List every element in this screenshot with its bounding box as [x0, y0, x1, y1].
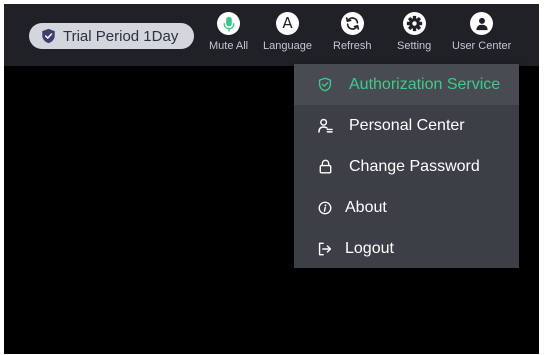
- language-label: Language: [263, 40, 312, 52]
- user-icon: [470, 12, 494, 35]
- language-icon: A: [275, 12, 299, 35]
- user-center-label: User Center: [452, 40, 512, 52]
- menu-item-about[interactable]: About: [294, 187, 519, 228]
- setting-label: Setting: [397, 40, 432, 52]
- microphone-icon: [217, 12, 241, 35]
- top-toolbar: Trial Period 1Day Mute All A Language Re…: [4, 4, 539, 66]
- shield-check-icon: [317, 77, 333, 93]
- language-glyph: A: [282, 14, 293, 32]
- app-window: Trial Period 1Day Mute All A Language Re…: [4, 4, 539, 354]
- refresh-button[interactable]: Refresh: [333, 12, 372, 52]
- menu-item-authorization-service[interactable]: Authorization Service: [294, 64, 519, 105]
- trial-period-label: Trial Period 1Day: [63, 27, 179, 45]
- gear-icon: [402, 12, 426, 35]
- person-card-icon: [317, 118, 333, 134]
- menu-item-logout[interactable]: Logout: [294, 228, 519, 269]
- menu-item-personal-center[interactable]: Personal Center: [294, 105, 519, 146]
- menu-item-label: Change Password: [349, 157, 480, 175]
- logout-icon: [317, 241, 333, 257]
- menu-item-change-password[interactable]: Change Password: [294, 146, 519, 187]
- mute-all-label: Mute All: [209, 40, 249, 52]
- menu-item-label: About: [345, 198, 387, 216]
- menu-item-label: Personal Center: [349, 116, 465, 134]
- refresh-icon: [340, 12, 364, 35]
- trial-period-badge[interactable]: Trial Period 1Day: [29, 23, 194, 49]
- lock-icon: [317, 159, 333, 175]
- refresh-label: Refresh: [333, 40, 372, 52]
- user-center-dropdown: Authorization Service Personal Center Ch…: [294, 64, 519, 268]
- language-button[interactable]: A Language: [263, 12, 312, 52]
- setting-button[interactable]: Setting: [397, 12, 431, 52]
- shield-icon: [42, 28, 55, 44]
- menu-item-label: Logout: [345, 239, 394, 257]
- info-icon: [317, 200, 333, 216]
- user-center-button[interactable]: User Center: [452, 12, 511, 52]
- menu-item-label: Authorization Service: [349, 75, 501, 93]
- mute-all-button[interactable]: Mute All: [209, 12, 248, 52]
